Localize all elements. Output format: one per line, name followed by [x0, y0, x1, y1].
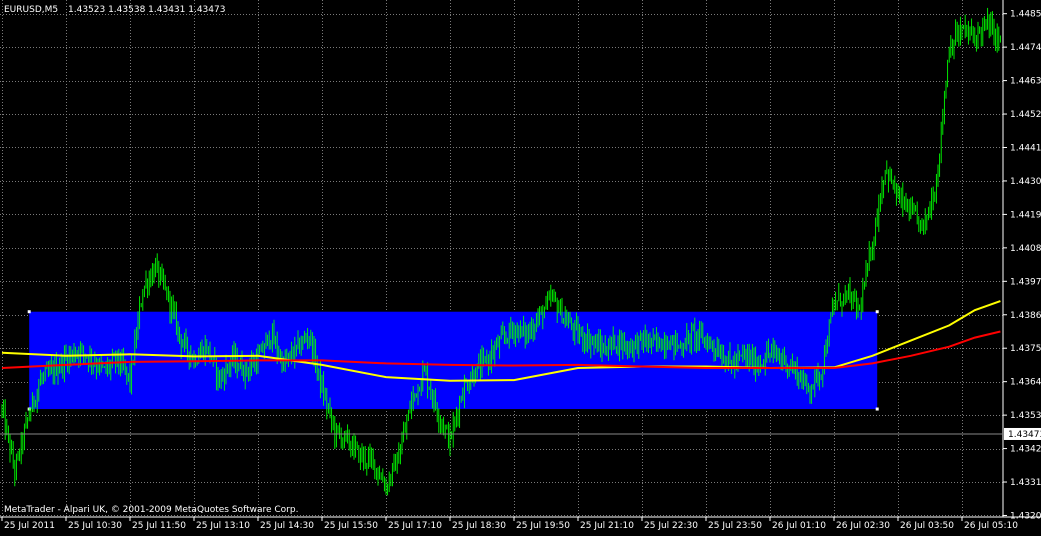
- time-tick-label: 25 Jul 23:50: [708, 521, 762, 531]
- time-tick-label: 25 Jul 15:50: [324, 521, 378, 531]
- price-tick-label: 1.43315: [1010, 478, 1041, 488]
- price-tick-label: 1.44305: [1010, 177, 1041, 187]
- time-tick-label: 25 Jul 14:30: [260, 521, 314, 531]
- time-tick-label: 25 Jul 21:10: [580, 521, 634, 531]
- price-tick-label: 1.43205: [1010, 511, 1041, 521]
- range-box-handle[interactable]: [875, 407, 879, 411]
- range-box-handle[interactable]: [875, 310, 879, 314]
- price-tick-label: 1.44635: [1010, 77, 1041, 87]
- price-tick-label: 1.44415: [1010, 143, 1041, 153]
- price-tick-label: 1.44525: [1010, 110, 1041, 120]
- time-tick-label: 25 Jul 18:30: [452, 521, 506, 531]
- time-tick-label: 25 Jul 19:50: [516, 521, 570, 531]
- time-tick-label: 25 Jul 13:10: [196, 521, 250, 531]
- time-tick-label: 25 Jul 10:30: [68, 521, 122, 531]
- price-tick-label: 1.43865: [1010, 311, 1041, 321]
- range-box[interactable]: [29, 311, 878, 410]
- price-tick-label: 1.44195: [1010, 210, 1041, 220]
- price-tick-label: 1.43425: [1010, 445, 1041, 455]
- time-tick-label: 26 Jul 03:50: [900, 521, 954, 531]
- price-chart[interactable]: 1.44855 1.44745 1.44635 1.44525 1.44415 1.443…: [0, 0, 1041, 532]
- time-tick-label: 25 Jul 22:30: [644, 521, 698, 531]
- price-tick-label: 1.44745: [1010, 43, 1041, 53]
- time-tick-label: 26 Jul 01:10: [772, 521, 826, 531]
- time-tick-label: 25 Jul 17:10: [388, 521, 442, 531]
- time-tick-label: 25 Jul 2011: [4, 521, 55, 531]
- time-tick-label: 26 Jul 05:10: [964, 521, 1018, 531]
- price-tick-label: 1.43535: [1010, 411, 1041, 421]
- ohlc-header: 1.43523 1.43538 1.43431 1.43473: [68, 5, 225, 15]
- copyright-footer: MetaTrader - Alpari UK, © 2001-2009 Meta…: [4, 505, 298, 515]
- price-tick-label: 1.44085: [1010, 244, 1041, 254]
- current-price-label: 1.43473: [1008, 430, 1041, 440]
- time-tick-label: 26 Jul 02:30: [836, 521, 890, 531]
- price-tick-label: 1.44855: [1010, 10, 1041, 20]
- range-box-handle[interactable]: [27, 310, 31, 314]
- price-tick-label: 1.43755: [1010, 344, 1041, 354]
- symbol-header: EURUSD,M5: [4, 5, 58, 15]
- price-tick-label: 1.43645: [1010, 378, 1041, 388]
- chart-background: [0, 0, 1041, 532]
- time-tick-label: 25 Jul 11:50: [132, 521, 186, 531]
- price-tick-label: 1.43975: [1010, 277, 1041, 287]
- chart-window[interactable]: 1.44855 1.44745 1.44635 1.44525 1.44415 1.443…: [0, 0, 1041, 532]
